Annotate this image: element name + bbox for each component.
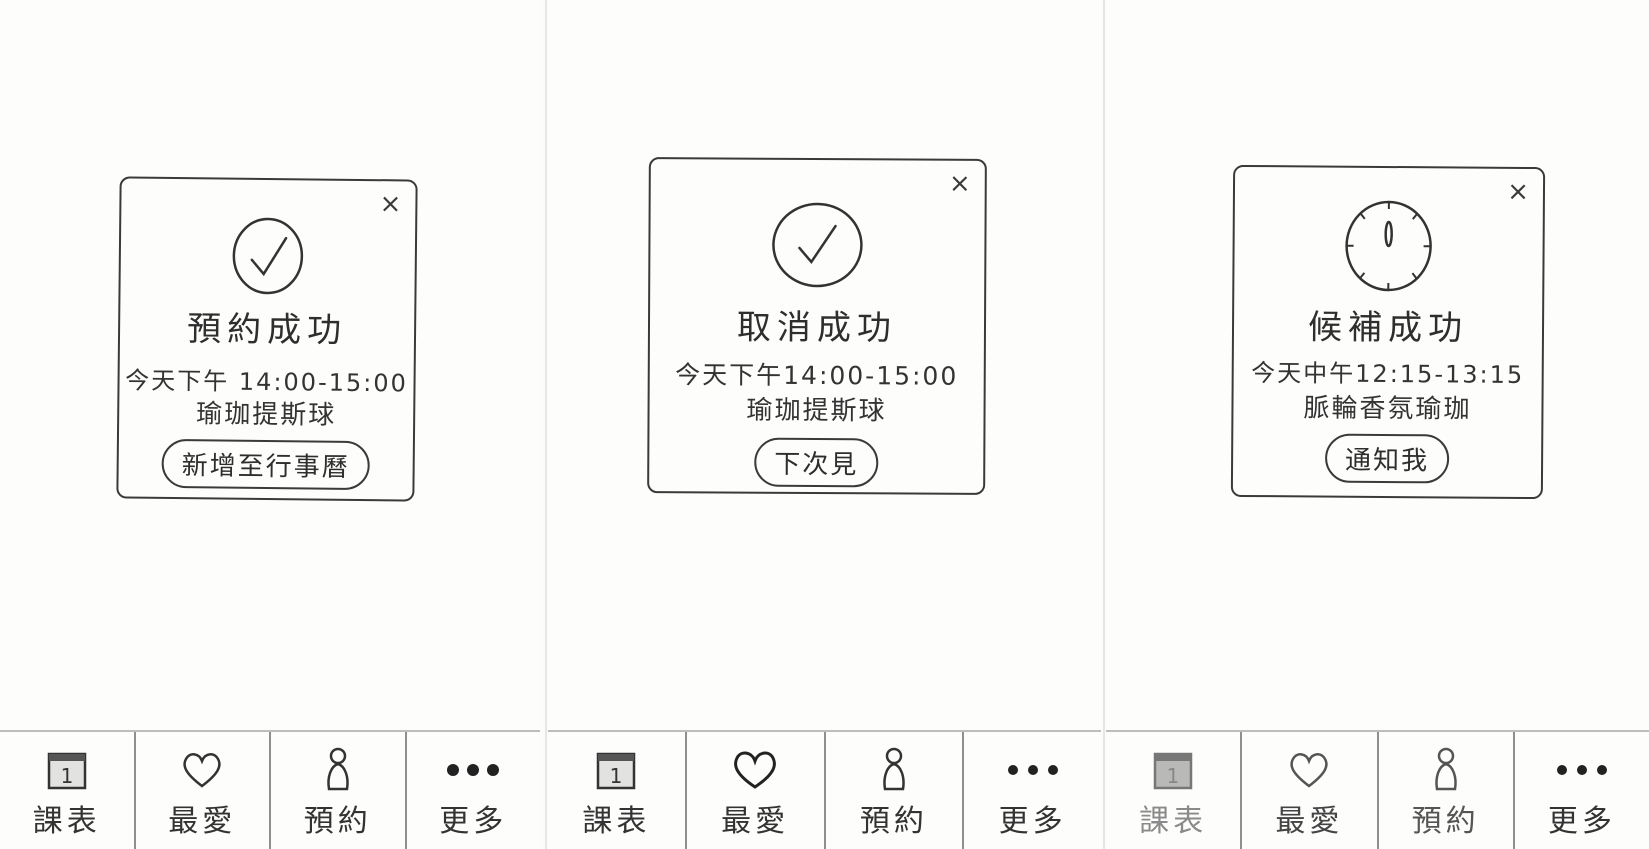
session-time: 今天下午14:00-15:00 xyxy=(675,360,959,391)
class-name: 脈輪香氛瑜珈 xyxy=(1303,393,1472,425)
dialog-title: 取消成功 xyxy=(736,307,898,349)
waitlist-success-dialog: × 候補成功 今天中午12:15-13:15 脈輪香氛瑜珈 通知我 xyxy=(1230,164,1546,500)
check-circle-icon xyxy=(772,202,863,288)
tab-label: 最愛 xyxy=(168,804,237,839)
tab-more[interactable]: 更多 xyxy=(407,732,541,849)
person-icon xyxy=(327,747,349,791)
add-to-calendar-button[interactable]: 新增至行事曆 xyxy=(161,438,370,491)
tab-label: 更多 xyxy=(439,804,508,839)
class-name: 瑜珈提斯球 xyxy=(746,395,887,427)
tab-label: 預約 xyxy=(1411,804,1480,839)
tab-schedule[interactable]: 1 課表 xyxy=(548,732,687,849)
person-icon xyxy=(883,747,905,791)
tab-more[interactable]: 更多 xyxy=(964,732,1101,849)
tab-favorites[interactable]: 最愛 xyxy=(1242,732,1379,849)
bottom-tab-bar: 1 課表 最愛 預約 更多 xyxy=(1106,730,1649,849)
tab-booking[interactable]: 預約 xyxy=(826,732,965,849)
check-circle-icon xyxy=(232,217,304,295)
calendar-icon: 1 xyxy=(597,752,636,790)
heart-icon xyxy=(183,753,221,788)
dialog-title: 候補成功 xyxy=(1307,307,1469,349)
screen-divider xyxy=(545,0,547,849)
cancel-success-dialog: × 取消成功 今天下午14:00-15:00 瑜珈提斯球 下次見 xyxy=(647,157,987,495)
calendar-day: 1 xyxy=(60,764,73,788)
calendar-icon: 1 xyxy=(1153,752,1193,790)
tab-favorites[interactable]: 最愛 xyxy=(136,732,271,849)
tab-label: 課表 xyxy=(582,804,651,839)
tab-label: 預約 xyxy=(859,804,928,839)
close-icon[interactable]: × xyxy=(949,169,971,199)
tab-more[interactable]: 更多 xyxy=(1515,732,1649,849)
clock-icon xyxy=(1345,200,1432,292)
more-dots-icon xyxy=(447,764,500,776)
booking-success-dialog: × 預約成功 今天下午 14:00-15:00 瑜珈提斯球 新增至行事曆 xyxy=(116,176,418,502)
tab-label: 預約 xyxy=(303,804,372,839)
session-time: 今天中午12:15-13:15 xyxy=(1251,359,1525,389)
tab-label: 課表 xyxy=(1139,804,1208,839)
tab-booking[interactable]: 預約 xyxy=(271,732,407,849)
person-icon xyxy=(1434,747,1457,791)
tab-label: 最愛 xyxy=(1275,804,1344,839)
heart-icon xyxy=(734,751,777,789)
screen-booking-success: × 預約成功 今天下午 14:00-15:00 瑜珈提斯球 新增至行事曆 1 課… xyxy=(0,0,540,849)
calendar-day: 1 xyxy=(1167,764,1180,788)
close-icon[interactable]: × xyxy=(379,189,401,219)
bottom-tab-bar: 1 課表 最愛 預約 更多 xyxy=(548,730,1101,849)
tab-label: 最愛 xyxy=(721,804,790,839)
tab-label: 課表 xyxy=(32,804,101,839)
close-icon[interactable]: × xyxy=(1507,177,1529,207)
tab-booking[interactable]: 預約 xyxy=(1379,732,1515,849)
more-dots-icon xyxy=(1556,765,1607,775)
screen-cancel-success: × 取消成功 今天下午14:00-15:00 瑜珈提斯球 下次見 1 課表 最愛… xyxy=(548,0,1101,849)
calendar-day: 1 xyxy=(610,764,623,788)
tab-schedule[interactable]: 1 課表 xyxy=(0,732,136,849)
calendar-icon: 1 xyxy=(47,752,86,790)
see-you-next-time-button[interactable]: 下次見 xyxy=(754,437,879,488)
tab-favorites[interactable]: 最愛 xyxy=(687,732,826,849)
screen-divider xyxy=(1103,0,1105,849)
more-dots-icon xyxy=(1007,765,1058,775)
heart-icon xyxy=(1290,753,1329,788)
class-name: 瑜珈提斯球 xyxy=(196,399,337,431)
tab-schedule[interactable]: 1 課表 xyxy=(1106,732,1243,849)
bottom-tab-bar: 1 課表 最愛 預約 更多 xyxy=(0,730,540,849)
notify-me-button[interactable]: 通知我 xyxy=(1324,433,1450,484)
dialog-title: 預約成功 xyxy=(186,309,348,351)
screen-waitlist-success: × 候補成功 今天中午12:15-13:15 脈輪香氛瑜珈 通知我 1 課表 最… xyxy=(1106,0,1649,849)
tab-label: 更多 xyxy=(998,804,1067,839)
tab-label: 更多 xyxy=(1547,804,1616,839)
